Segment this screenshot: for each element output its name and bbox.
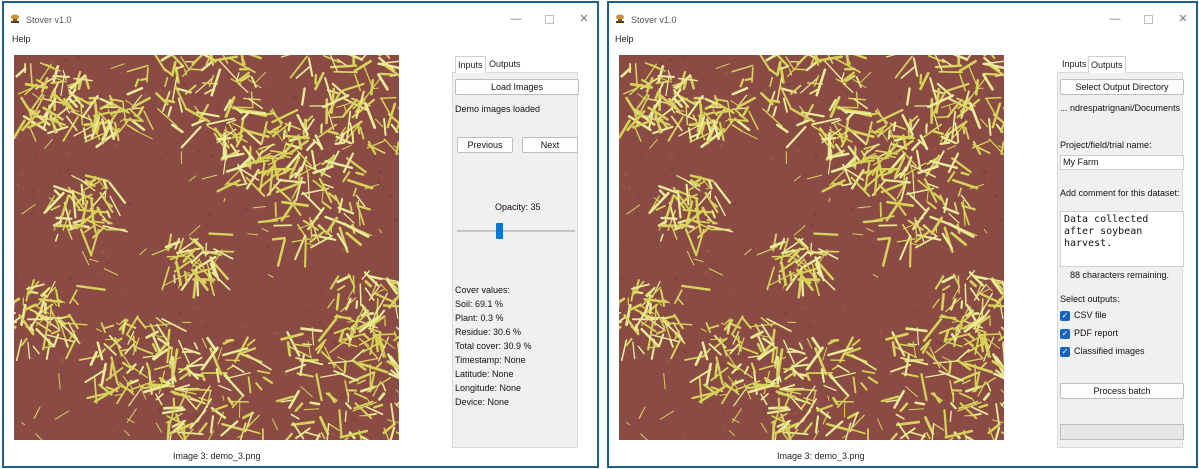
app-icon [11,14,19,23]
residue-value: Residue: 30.6 % [455,327,522,337]
menu-help[interactable]: Help [615,34,634,44]
maximize-button[interactable] [1141,12,1155,26]
close-button[interactable]: ✕ [577,12,591,26]
menu-bar: Help [12,34,31,44]
minimize-button[interactable]: — [1108,12,1122,26]
stover-window-outputs: Stover v1.0 — ✕ Help Image 3: demo_3.png… [607,1,1198,468]
timestamp-value: Timestamp: None [455,355,526,365]
title-bar: Stover v1.0 — ✕ [609,3,1196,33]
tab-inputs[interactable]: Inputs [455,56,486,73]
output-directory-path: ... ndrespatrignani/Documents [1060,103,1181,113]
process-batch-button[interactable]: Process batch [1060,383,1184,399]
device-value: Device: None [455,397,510,407]
characters-remaining: 88 characters remaining. [1070,270,1170,280]
menu-help[interactable]: Help [12,34,31,44]
opacity-label: Opacity: 35 [495,202,541,212]
select-output-directory-button[interactable]: Select Output Directory [1060,79,1184,95]
app-icon [616,14,624,23]
image-caption: Image 3: demo_3.png [173,451,261,461]
project-name-input[interactable]: My Farm [1060,155,1184,170]
latitude-value: Latitude: None [455,369,514,379]
progress-bar [1060,424,1184,440]
longitude-value: Longitude: None [455,383,522,393]
select-outputs-label: Select outputs: [1060,294,1120,304]
pdf-checkbox[interactable]: ✓ [1060,329,1070,339]
image-caption: Image 3: demo_3.png [777,451,865,461]
close-button[interactable]: ✕ [1176,12,1190,26]
total-cover-value: Total cover: 30.9 % [455,341,532,351]
project-label: Project/field/trial name: [1060,140,1152,150]
opacity-slider-track[interactable] [457,230,575,232]
csv-checkbox-label: CSV file [1074,310,1107,320]
classified-field-image [14,55,399,440]
csv-checkbox[interactable]: ✓ [1060,311,1070,321]
tab-inputs[interactable]: Inputs [1060,56,1089,73]
control-panel: Inputs Outputs Select Output Directory .… [1057,56,1184,448]
residue-overlay-image [619,55,1004,440]
classified-images-checkbox-label: Classified images [1074,346,1145,356]
window-title: Stover v1.0 [26,15,72,25]
title-bar: Stover v1.0 — ✕ [4,3,597,33]
cover-title: Cover values: [455,285,511,295]
window-title: Stover v1.0 [631,15,677,25]
opacity-slider-thumb[interactable] [495,223,503,239]
classified-images-checkbox[interactable]: ✓ [1060,347,1070,357]
stover-window-inputs: Stover v1.0 — ✕ Help Image 3: demo_3.png… [2,1,599,468]
classified-field-image [619,55,1004,440]
load-status: Demo images loaded [455,104,541,114]
minimize-button[interactable]: — [509,12,523,26]
next-button[interactable]: Next [522,137,578,153]
plant-value: Plant: 0.3 % [455,313,504,323]
maximize-button[interactable] [542,12,556,26]
control-panel: Inputs Outputs Load Images Demo images l… [452,56,579,448]
load-images-button[interactable]: Load Images [455,79,579,95]
soil-value: Soil: 69.1 % [455,299,504,309]
comment-label: Add comment for this dataset: [1060,188,1180,198]
residue-overlay-image [14,55,399,440]
comment-textarea[interactable]: Data collected after soybean harvest. [1060,211,1184,267]
tab-outputs[interactable]: Outputs [487,56,523,73]
previous-button[interactable]: Previous [457,137,513,153]
pdf-checkbox-label: PDF report [1074,328,1119,338]
tab-outputs[interactable]: Outputs [1088,56,1126,73]
menu-bar: Help [615,34,634,44]
